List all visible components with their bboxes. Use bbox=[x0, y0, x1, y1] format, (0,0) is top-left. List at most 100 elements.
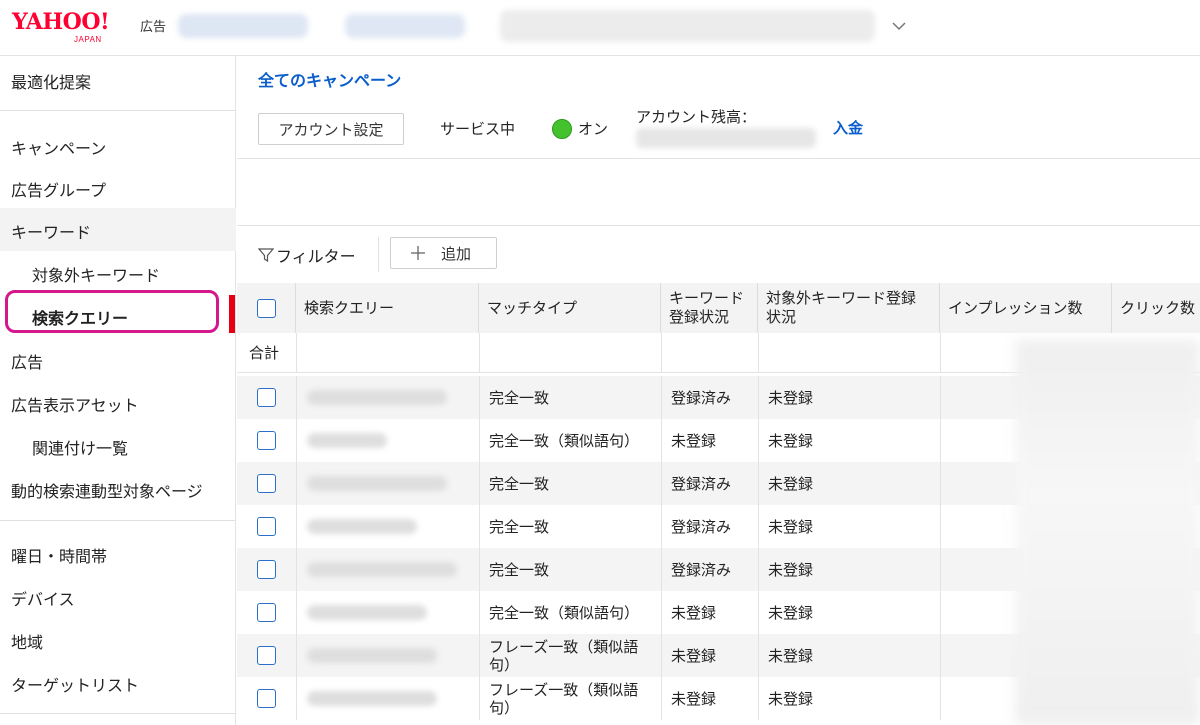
row-checkbox[interactable] bbox=[257, 431, 276, 450]
service-status-label: サービス中 bbox=[440, 120, 516, 138]
column-separator bbox=[661, 634, 662, 677]
sidebar-item-search-query[interactable]: 検索クエリー bbox=[0, 305, 236, 329]
column-separator bbox=[296, 634, 297, 677]
keyword-status-cell: 未登録 bbox=[671, 646, 717, 665]
column-separator bbox=[479, 376, 480, 419]
filter-button[interactable]: フィルター bbox=[258, 240, 356, 270]
blurred-search-query bbox=[307, 476, 447, 491]
column-separator bbox=[479, 419, 480, 462]
row-checkbox-cell bbox=[237, 677, 296, 720]
header-keyword-status-line1: キーワード bbox=[669, 289, 745, 308]
negative-keyword-status-cell: 未登録 bbox=[768, 646, 814, 665]
row-checkbox[interactable] bbox=[257, 603, 276, 622]
header-search-query[interactable]: 検索クエリー bbox=[296, 283, 479, 333]
blurred-account-id bbox=[345, 14, 465, 38]
row-checkbox[interactable] bbox=[257, 474, 276, 493]
negative-keyword-status-cell: 未登録 bbox=[768, 517, 814, 536]
account-settings-button[interactable]: アカウント設定 bbox=[258, 113, 404, 145]
sidebar-item-campaign[interactable]: キャンペーン bbox=[0, 135, 236, 159]
column-separator bbox=[940, 591, 941, 634]
row-checkbox[interactable] bbox=[257, 646, 276, 665]
column-separator bbox=[661, 333, 662, 373]
match-type-cell: 完全一致（類似語句） bbox=[489, 431, 640, 450]
header-impressions[interactable]: インプレッション数 bbox=[940, 283, 1112, 333]
negative-keyword-status-cell: 未登録 bbox=[768, 474, 814, 493]
column-separator bbox=[758, 376, 759, 419]
column-separator bbox=[758, 591, 759, 634]
negative-keyword-status-cell: 未登録 bbox=[768, 431, 814, 450]
column-separator bbox=[661, 376, 662, 419]
column-separator bbox=[661, 591, 662, 634]
column-separator bbox=[296, 462, 297, 505]
keyword-status-cell: 未登録 bbox=[671, 689, 717, 708]
add-button[interactable]: 追加 bbox=[390, 237, 497, 269]
column-separator bbox=[758, 505, 759, 548]
logo-subtext: JAPAN bbox=[74, 35, 102, 44]
keyword-status-cell: 登録済み bbox=[671, 517, 732, 536]
header-match-type[interactable]: マッチタイプ bbox=[479, 283, 661, 333]
column-separator bbox=[479, 677, 480, 720]
sidebar-item-negative-keyword[interactable]: 対象外キーワード bbox=[0, 262, 236, 286]
column-separator bbox=[758, 419, 759, 462]
column-separator bbox=[940, 677, 941, 720]
column-separator bbox=[661, 505, 662, 548]
select-all-checkbox[interactable] bbox=[256, 298, 276, 318]
header-clicks[interactable]: クリック数 bbox=[1112, 283, 1200, 333]
sidebar-divider bbox=[0, 713, 236, 714]
row-checkbox[interactable] bbox=[257, 560, 276, 579]
column-separator bbox=[479, 505, 480, 548]
blurred-search-query bbox=[307, 390, 447, 405]
row-checkbox[interactable] bbox=[257, 388, 276, 407]
sidebar-item-optimization[interactable]: 最適化提案 bbox=[0, 69, 236, 93]
sidebar-item-dynamic-pages[interactable]: 動的検索連動型対象ページ bbox=[0, 478, 236, 502]
negative-keyword-status-cell: 未登録 bbox=[768, 603, 814, 622]
column-separator bbox=[296, 419, 297, 462]
sidebar-item-schedule[interactable]: 曜日・時間帯 bbox=[0, 543, 236, 567]
sidebar-item-device[interactable]: デバイス bbox=[0, 586, 236, 610]
keyword-status-cell: 登録済み bbox=[671, 388, 732, 407]
total-label: 合計 bbox=[249, 344, 280, 362]
row-checkbox-cell bbox=[237, 505, 296, 548]
column-separator bbox=[940, 548, 941, 591]
column-separator bbox=[758, 634, 759, 677]
header-negative-keyword-status[interactable]: 対象外キーワード登録 状況 bbox=[758, 283, 940, 333]
header-negative-status-line2: 状況 bbox=[766, 308, 797, 326]
column-separator bbox=[296, 677, 297, 720]
match-type-cell: 完全一致（類似語句） bbox=[489, 603, 640, 622]
sidebar-item-adgroup[interactable]: 広告グループ bbox=[0, 177, 236, 201]
breadcrumb-all-campaigns[interactable]: 全てのキャンペーン bbox=[258, 67, 401, 91]
column-separator bbox=[296, 376, 297, 419]
blurred-search-query bbox=[307, 605, 427, 620]
match-type-cell: 完全一致 bbox=[489, 474, 550, 493]
sidebar-item-ad-assets[interactable]: 広告表示アセット bbox=[0, 392, 236, 416]
deposit-link[interactable]: 入金 bbox=[833, 117, 863, 138]
row-checkbox-cell bbox=[237, 376, 296, 419]
column-separator bbox=[940, 376, 941, 419]
row-checkbox[interactable] bbox=[257, 517, 276, 536]
blurred-search-query bbox=[307, 562, 457, 577]
sidebar-item-associations[interactable]: 関連付け一覧 bbox=[0, 435, 236, 459]
blurred-balance-value bbox=[636, 128, 816, 148]
blurred-search-query bbox=[307, 648, 437, 663]
blurred-search-query bbox=[307, 691, 437, 706]
sidebar-item-target-list[interactable]: ターゲットリスト bbox=[0, 672, 236, 696]
filter-label: フィルター bbox=[276, 247, 356, 266]
header-keyword-status[interactable]: キーワード 登録状況 bbox=[661, 283, 758, 333]
match-type-cell: フレーズ一致（類似語 句） bbox=[479, 677, 661, 720]
row-checkbox-cell bbox=[237, 634, 296, 677]
row-checkbox[interactable] bbox=[257, 689, 276, 708]
chevron-down-icon[interactable] bbox=[890, 17, 908, 35]
column-separator bbox=[661, 548, 662, 591]
sidebar-item-keyword[interactable]: キーワード bbox=[0, 219, 236, 243]
divider bbox=[237, 158, 1200, 159]
sidebar-item-region[interactable]: 地域 bbox=[0, 629, 236, 653]
blurred-account-name bbox=[500, 10, 875, 42]
blurred-account-selector[interactable] bbox=[178, 14, 308, 38]
header-keyword-status-line2: 登録状況 bbox=[669, 308, 730, 326]
account-balance-label: アカウント残高： bbox=[636, 108, 757, 126]
sidebar-item-ads[interactable]: 広告 bbox=[0, 349, 236, 373]
column-separator bbox=[479, 591, 480, 634]
column-separator bbox=[296, 333, 297, 373]
header-select-all bbox=[237, 283, 296, 333]
divider bbox=[237, 225, 1200, 226]
